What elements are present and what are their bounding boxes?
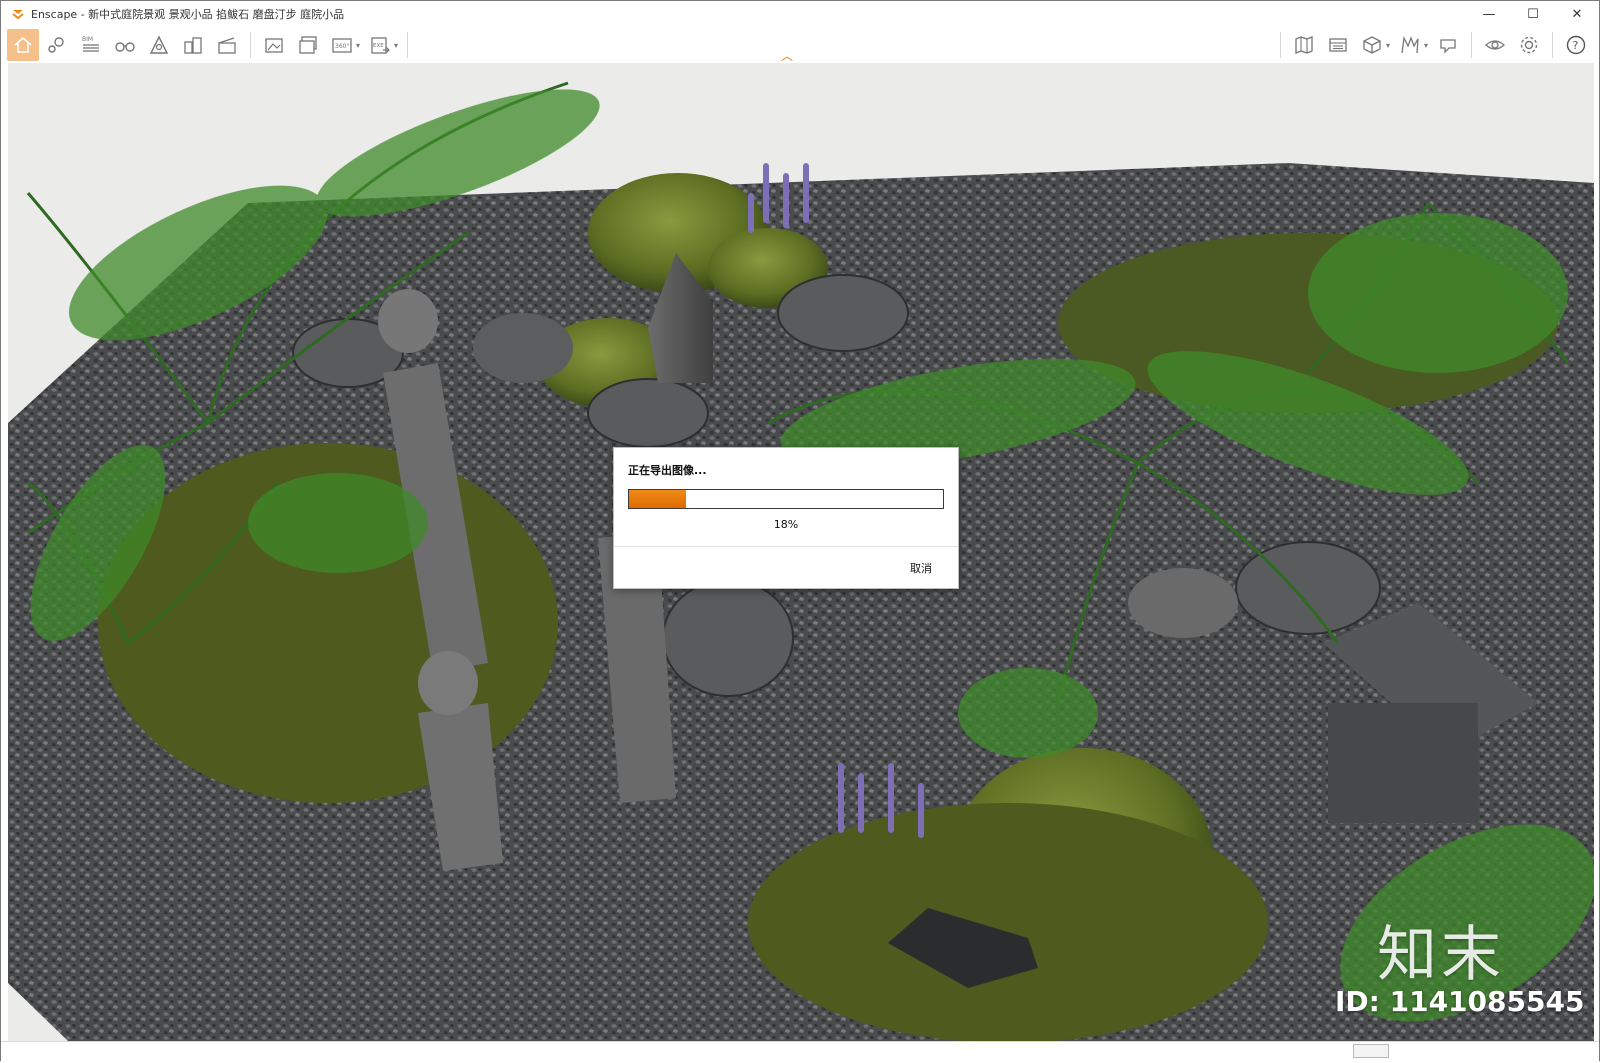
asset-library-icon[interactable]: [1322, 29, 1354, 61]
export-progress-dialog: 正在导出图像... 18% 取消: [613, 447, 959, 589]
toolbar-separator: [250, 32, 251, 58]
visibility-icon[interactable]: [1479, 29, 1511, 61]
status-bar: [1, 1041, 1599, 1063]
exe-export-icon[interactable]: EXE: [364, 29, 396, 61]
panorama-360-icon[interactable]: 360°: [326, 29, 358, 61]
title-bar: Enscape - 新中式庭院景观 景观小品 掐鲅石 磨盘汀步 庭院小品 — ☐…: [1, 1, 1599, 27]
screenshot-icon[interactable]: [258, 29, 290, 61]
watermark-id: ID: 1141085545: [1335, 985, 1585, 1018]
batch-render-icon[interactable]: [292, 29, 324, 61]
toolbar-separator: [1279, 32, 1281, 58]
enscape-window: Enscape - 新中式庭院景观 景观小品 掐鲅石 磨盘汀步 庭院小品 — ☐…: [0, 0, 1600, 1063]
bim-icon[interactable]: BIM: [75, 29, 107, 61]
clapper-icon[interactable]: [211, 29, 243, 61]
progress-fill: [629, 490, 686, 508]
map-pin-icon[interactable]: [41, 29, 73, 61]
cancel-button[interactable]: 取消: [910, 560, 932, 576]
feedback-icon[interactable]: [1432, 29, 1464, 61]
minimize-button[interactable]: —: [1467, 1, 1511, 27]
panorama-label: 360°: [335, 43, 349, 50]
exe-label: EXE: [373, 43, 384, 49]
material-icon[interactable]: [1394, 29, 1426, 61]
home-icon[interactable]: [7, 29, 39, 61]
svg-text:?: ?: [1573, 39, 1579, 52]
dialog-divider: [614, 546, 958, 547]
close-button[interactable]: ✕: [1555, 1, 1599, 27]
toolbar-separator: [1552, 32, 1553, 58]
watermark-logo: 知末: [1377, 920, 1505, 990]
cube-view-icon[interactable]: [1356, 29, 1388, 61]
window-title: Enscape - 新中式庭院景观 景观小品 掐鲅石 磨盘汀步 庭院小品: [31, 8, 345, 21]
bim-label: BIM: [82, 36, 93, 43]
buildings-icon[interactable]: [177, 29, 209, 61]
progress-percent-label: 18%: [773, 518, 799, 531]
toolbar-separator: [407, 32, 409, 58]
collapse-toolbar-icon[interactable]: ︿: [781, 47, 793, 64]
dialog-title: 正在导出图像...: [628, 464, 707, 477]
enscape-logo-icon: [11, 7, 25, 21]
binoculars-icon[interactable]: [109, 29, 141, 61]
scene-icon[interactable]: [143, 29, 175, 61]
toolbar-separator: [1471, 32, 1472, 58]
settings-icon[interactable]: [1513, 29, 1545, 61]
status-indicator: [1353, 1044, 1389, 1058]
map-icon[interactable]: [1288, 29, 1320, 61]
export-progress-bar: [628, 489, 944, 509]
main-toolbar: BIM 360° ▾ EXE ▾ ▾ ▾ ?: [1, 27, 1599, 63]
help-icon[interactable]: ?: [1560, 29, 1592, 61]
maximize-button[interactable]: ☐: [1511, 1, 1555, 27]
